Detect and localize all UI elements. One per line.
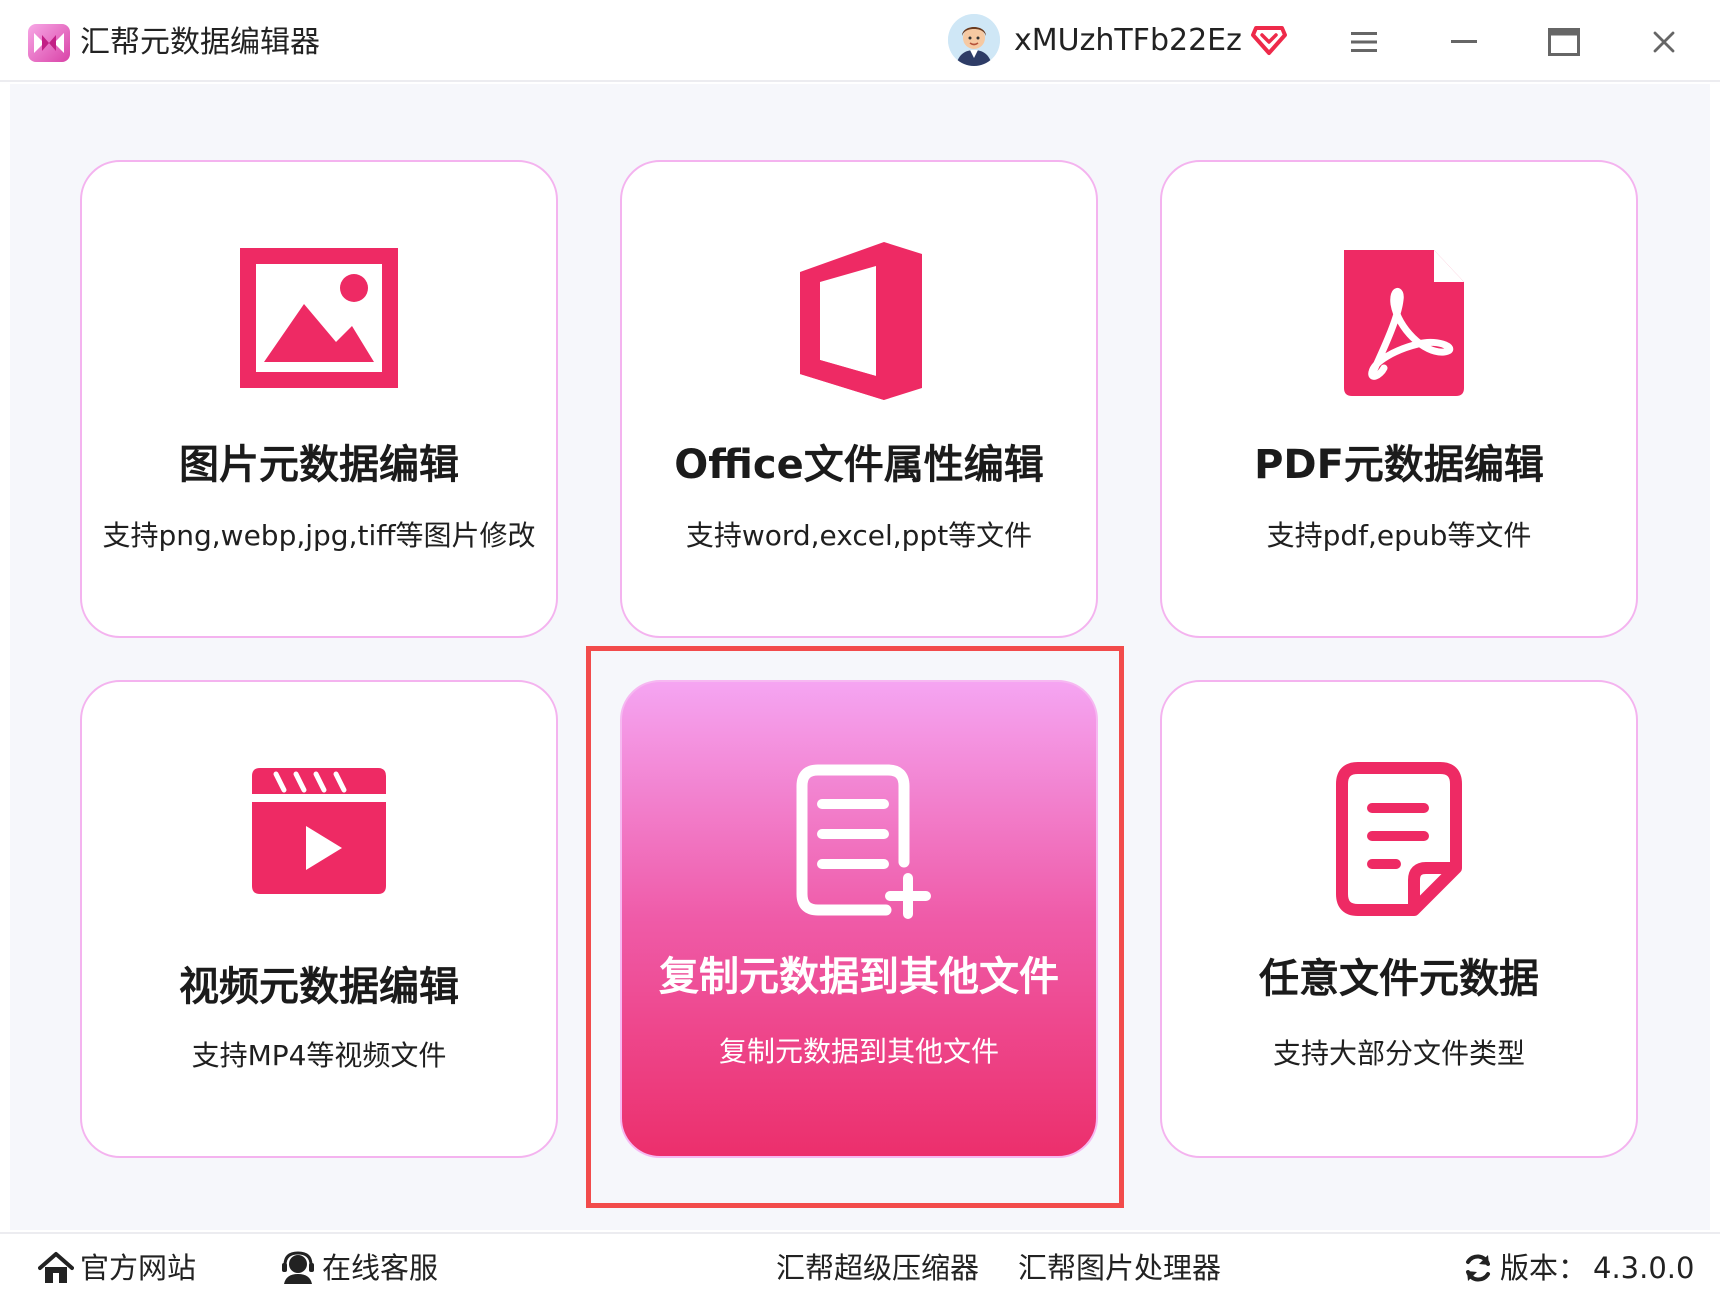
refresh-icon[interactable]: [1462, 1252, 1494, 1284]
card-title: Office文件属性编辑: [674, 442, 1044, 488]
vip-diamond-icon[interactable]: [1250, 20, 1288, 58]
close-icon[interactable]: [1642, 20, 1686, 64]
username[interactable]: xMUzhTFb22Ez: [1014, 20, 1242, 62]
maximize-icon[interactable]: [1542, 20, 1586, 64]
footer-bar: 官方网站 在线客服 汇帮超级压缩器 汇帮图片处理器 版本： 4.3.0.0: [0, 1232, 1720, 1300]
home-icon: [38, 1252, 74, 1283]
version-label: 版本：: [1500, 1251, 1588, 1285]
card-title: 图片元数据编辑: [179, 442, 459, 488]
card-office-properties[interactable]: Office文件属性编辑 支持word,excel,ppt等文件: [620, 160, 1098, 638]
card-description: 支持MP4等视频文件: [191, 1039, 447, 1072]
main-area: 图片元数据编辑 支持png,webp,jpg,tiff等图片修改 Office文…: [10, 84, 1710, 1230]
card-video-metadata[interactable]: 视频元数据编辑 支持MP4等视频文件: [80, 680, 558, 1158]
card-pdf-metadata[interactable]: PDF元数据编辑 支持pdf,epub等文件: [1160, 160, 1638, 638]
copy-document-icon: [796, 764, 931, 919]
card-any-file-metadata[interactable]: 任意文件元数据 支持大部分文件类型: [1160, 680, 1638, 1158]
customer-service-icon: [282, 1251, 314, 1284]
app-logo-icon: [28, 24, 70, 62]
card-title: PDF元数据编辑: [1254, 442, 1544, 488]
card-title: 复制元数据到其他文件: [659, 954, 1059, 1000]
document-icon: [1336, 762, 1462, 916]
minimize-icon[interactable]: [1442, 20, 1486, 64]
card-copy-metadata[interactable]: 复制元数据到其他文件 复制元数据到其他文件: [620, 680, 1098, 1158]
card-description: 支持word,excel,ppt等文件: [685, 519, 1033, 552]
image-icon: [240, 248, 398, 388]
version-number: 4.3.0.0: [1593, 1251, 1695, 1285]
app-window: 汇帮元数据编辑器 xMUzhTFb22Ez 图片元数据编辑 支持png,webp…: [0, 0, 1720, 1300]
card-image-metadata[interactable]: 图片元数据编辑 支持png,webp,jpg,tiff等图片修改: [80, 160, 558, 638]
card-description: 支持大部分文件类型: [1272, 1037, 1525, 1070]
pdf-icon: [1344, 250, 1464, 396]
card-title: 视频元数据编辑: [179, 964, 459, 1010]
super-compressor-link[interactable]: 汇帮超级压缩器: [776, 1248, 979, 1288]
card-description: 复制元数据到其他文件: [718, 1035, 999, 1068]
online-support-label: 在线客服: [322, 1251, 439, 1285]
video-icon: [252, 768, 386, 894]
version-info: 版本： 4.3.0.0: [1462, 1248, 1694, 1288]
menu-icon[interactable]: [1342, 20, 1386, 64]
avatar-icon[interactable]: [948, 14, 1000, 66]
official-website-link[interactable]: 官方网站: [38, 1248, 196, 1288]
official-website-label: 官方网站: [80, 1251, 197, 1285]
card-description: 支持png,webp,jpg,tiff等图片修改: [102, 519, 536, 552]
title-bar: 汇帮元数据编辑器 xMUzhTFb22Ez: [0, 0, 1720, 82]
online-support-link[interactable]: 在线客服: [280, 1248, 438, 1288]
card-description: 支持pdf,epub等文件: [1266, 519, 1532, 552]
app-title: 汇帮元数据编辑器: [80, 25, 320, 60]
office-icon: [800, 242, 922, 400]
image-processor-link[interactable]: 汇帮图片处理器: [1018, 1248, 1221, 1288]
card-title: 任意文件元数据: [1259, 956, 1539, 1002]
